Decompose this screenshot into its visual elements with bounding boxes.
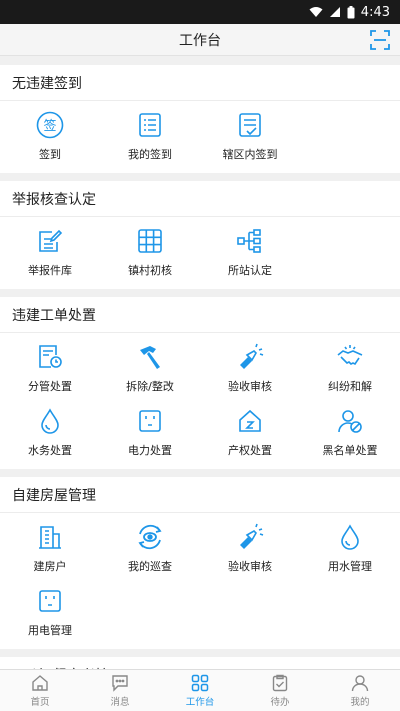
scan-icon[interactable] xyxy=(370,30,390,50)
item-label: 验收审核 xyxy=(228,560,272,573)
status-bar: 4:43 xyxy=(0,0,400,24)
clock-text: 4:43 xyxy=(360,4,390,20)
user-block-icon xyxy=(336,407,364,435)
bottom-tab-bar: 首页 消息 工作台 待办 我的 xyxy=(0,669,400,711)
station-confirm-button[interactable]: 所站认定 xyxy=(200,223,300,287)
top-app-bar: 工作台 xyxy=(0,24,400,56)
my-sign-in-button[interactable]: 我的签到 xyxy=(100,107,200,171)
flashlight-icon xyxy=(236,523,264,551)
tab-home[interactable]: 首页 xyxy=(0,670,80,711)
demolish-rectify-button[interactable]: 拆除/整改 xyxy=(100,339,200,403)
item-label: 产权处置 xyxy=(228,444,272,457)
power-management-button[interactable]: 用电管理 xyxy=(0,583,100,647)
edit-document-icon xyxy=(36,227,64,255)
tab-label: 工作台 xyxy=(185,696,215,708)
report-library-button[interactable]: 举报件库 xyxy=(0,223,100,287)
item-label: 签到 xyxy=(39,148,61,161)
item-label: 验收审核 xyxy=(228,380,272,393)
hammer-icon xyxy=(136,343,164,371)
tab-label: 消息 xyxy=(110,696,130,708)
district-sign-in-button[interactable]: 辖区内签到 xyxy=(200,107,300,171)
water-drop-icon xyxy=(336,523,364,551)
sign-icon: 签 xyxy=(36,111,64,139)
section-title: 举报核查认定 xyxy=(0,181,400,217)
water-management-button[interactable]: 用水管理 xyxy=(300,519,400,583)
blacklist-handling-button[interactable]: 黑名单处置 xyxy=(300,403,400,467)
section-work-orders: 违建工单处置 分管处置 拆除/整改 验收审核 纠纷和解 水务处置 电力处置 产权… xyxy=(0,297,400,469)
item-label: 辖区内签到 xyxy=(222,148,278,161)
item-label: 电力处置 xyxy=(128,444,172,457)
clipboard-check-icon xyxy=(271,674,289,692)
item-label: 举报件库 xyxy=(28,264,72,277)
apps-grid-icon xyxy=(191,674,209,692)
tab-label: 首页 xyxy=(30,696,50,708)
section-title: 违建工单处置 xyxy=(0,297,400,333)
item-label: 用水管理 xyxy=(328,560,372,573)
power-outlet-icon xyxy=(36,587,64,615)
tab-label: 待办 xyxy=(270,696,290,708)
checklist-icon xyxy=(136,111,164,139)
section-title: "两违"督察考核 xyxy=(0,657,400,670)
branch-handling-button[interactable]: 分管处置 xyxy=(0,339,100,403)
svg-text:签: 签 xyxy=(43,118,56,134)
property-handling-button[interactable]: 产权处置 xyxy=(200,403,300,467)
tab-todo[interactable]: 待办 xyxy=(240,670,320,711)
power-handling-button[interactable]: 电力处置 xyxy=(100,403,200,467)
battery-icon xyxy=(347,5,355,19)
tab-messages[interactable]: 消息 xyxy=(80,670,160,711)
village-check-button[interactable]: 镇村初核 xyxy=(100,223,200,287)
item-label: 拆除/整改 xyxy=(126,380,174,393)
handshake-icon xyxy=(336,343,364,371)
house-icon xyxy=(236,407,264,435)
item-label: 我的签到 xyxy=(128,148,172,161)
item-label: 分管处置 xyxy=(28,380,72,393)
builder-household-button[interactable]: 建房户 xyxy=(0,519,100,583)
section-title: 自建房屋管理 xyxy=(0,477,400,513)
item-label: 我的巡查 xyxy=(128,560,172,573)
building-icon xyxy=(36,523,64,551)
item-label: 纠纷和解 xyxy=(328,380,372,393)
document-clock-icon xyxy=(36,343,64,371)
grid-icon xyxy=(136,227,164,255)
tab-label: 我的 xyxy=(350,696,370,708)
user-icon xyxy=(351,674,369,692)
section-self-built-housing: 自建房屋管理 建房户 我的巡查 验收审核 用水管理 用电管理 xyxy=(0,477,400,649)
section-report-verify: 举报核查认定 举报件库 镇村初核 所站认定 xyxy=(0,181,400,289)
signal-icon xyxy=(329,6,341,18)
tab-workbench[interactable]: 工作台 xyxy=(160,670,240,711)
item-label: 建房户 xyxy=(33,560,67,573)
sign-in-button[interactable]: 签 签到 xyxy=(0,107,100,171)
tab-mine[interactable]: 我的 xyxy=(320,670,400,711)
item-label: 镇村初核 xyxy=(128,264,172,277)
home-icon xyxy=(31,674,49,692)
my-patrol-button[interactable]: 我的巡查 xyxy=(100,519,200,583)
page-title: 工作台 xyxy=(179,32,221,49)
section-title: 无违建签到 xyxy=(0,65,400,101)
power-outlet-icon xyxy=(136,407,164,435)
water-drop-icon xyxy=(36,407,64,435)
section-inspection-assessment: "两违"督察考核 xyxy=(0,657,400,669)
item-label: 用电管理 xyxy=(28,624,72,637)
acceptance-review-button[interactable]: 验收审核 xyxy=(200,339,300,403)
section-sign-in: 无违建签到 签 签到 我的签到 辖区内签到 xyxy=(0,65,400,173)
item-label: 所站认定 xyxy=(228,264,272,277)
flashlight-icon xyxy=(236,343,264,371)
wifi-icon xyxy=(309,6,323,18)
item-label: 黑名单处置 xyxy=(322,444,378,457)
dispute-settle-button[interactable]: 纠纷和解 xyxy=(300,339,400,403)
workbench-content: 无违建签到 签 签到 我的签到 辖区内签到 举报核查认定 举报件库 镇村初核 所… xyxy=(0,57,400,669)
acceptance-review-button[interactable]: 验收审核 xyxy=(200,519,300,583)
checked-list-icon xyxy=(236,111,264,139)
item-label: 水务处置 xyxy=(28,444,72,457)
eye-refresh-icon xyxy=(136,523,164,551)
water-handling-button[interactable]: 水务处置 xyxy=(0,403,100,467)
hierarchy-icon xyxy=(236,227,264,255)
message-icon xyxy=(111,674,129,692)
